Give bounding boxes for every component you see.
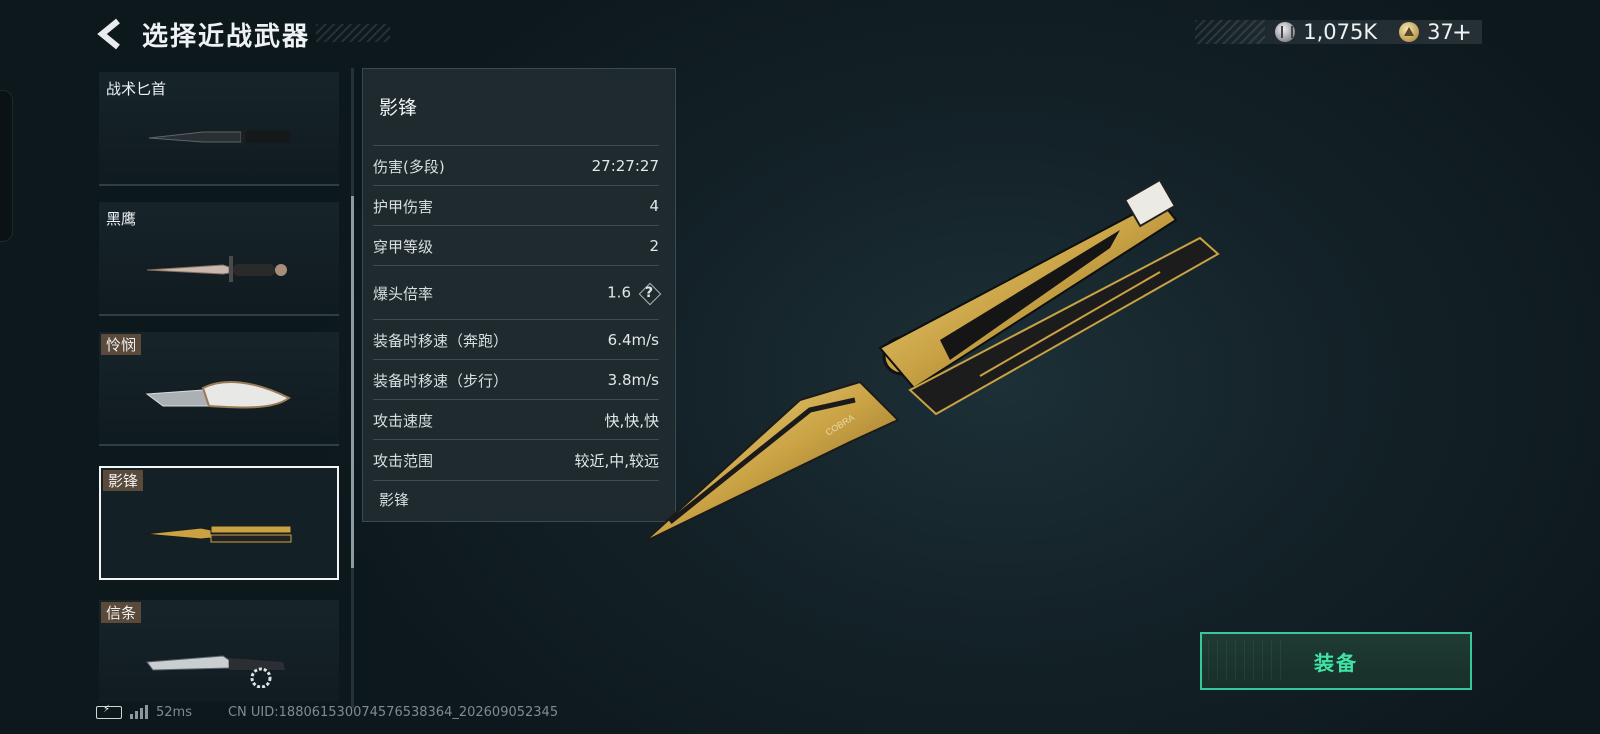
- stat-row-walk-speed: 装备时移速（步行） 3.8m/s: [373, 359, 659, 400]
- weapon-name: 战术匕首: [106, 80, 167, 98]
- stat-label: 护甲伤害: [373, 197, 434, 216]
- gold-coin-icon: [1399, 22, 1420, 42]
- silver-coin-icon: [1275, 22, 1296, 42]
- stat-row-run-speed: 装备时移速（奔跑） 6.4m/s: [373, 319, 659, 360]
- stat-label: 装备时移速（步行）: [373, 371, 509, 390]
- list-scrollbar-thumb[interactable]: [351, 196, 354, 568]
- stat-row-damage: 伤害(多段) 27:27:27: [373, 145, 659, 186]
- stat-label: 装备时移速（奔跑）: [373, 331, 509, 350]
- page-title: 选择近战武器: [142, 22, 311, 52]
- weapon-list[interactable]: 战术匕首 黑鹰 怜悯 影锋 信条: [99, 72, 343, 702]
- silver-coin-amount: 1,075K: [1303, 20, 1378, 44]
- back-button[interactable]: [96, 18, 126, 50]
- weapon-card-black-eagle[interactable]: 黑鹰: [99, 202, 339, 316]
- gold-coin-amount: 37: [1427, 20, 1454, 44]
- weapon-card-creed[interactable]: 信条: [99, 600, 339, 702]
- shadow-blade-image: [145, 525, 292, 543]
- currency-bar: 1,075K 37 +: [1195, 18, 1482, 46]
- weapon-3d-preview[interactable]: COBRA: [640, 160, 1240, 550]
- equip-button[interactable]: 装备: [1200, 632, 1472, 690]
- weapon-name: 信条: [101, 602, 142, 623]
- weapon-card-shadow-blade[interactable]: 影锋: [99, 466, 339, 580]
- weapon-name: 影锋: [103, 470, 144, 491]
- signal-strength-icon: [130, 705, 148, 719]
- weapon-name: 黑鹰: [106, 210, 137, 228]
- stat-label: 攻击范围: [373, 451, 434, 470]
- stat-value: 1.6: [607, 283, 631, 302]
- weapon-stats-panel: 影锋 伤害(多段) 27:27:27 护甲伤害 4 穿甲等级 2 爆头倍率 1.…: [362, 68, 676, 522]
- stat-label: 攻击速度: [373, 411, 434, 430]
- stat-row-attack-speed: 攻击速度 快,快,快: [373, 399, 659, 440]
- add-currency-button[interactable]: +: [1452, 18, 1472, 46]
- back-arrow-icon: [97, 18, 120, 50]
- equip-button-label: 装备: [1314, 650, 1358, 675]
- side-edge-tab: [0, 90, 13, 242]
- stat-row-headshot-multiplier: 爆头倍率 1.6?: [373, 265, 659, 320]
- weapon-name: 怜悯: [101, 334, 142, 355]
- stat-row-attack-range: 攻击范围 较近,中,较远: [373, 439, 659, 481]
- ping-value: 52ms: [156, 704, 192, 720]
- stat-label: 穿甲等级: [373, 237, 434, 256]
- stats-weapon-name: 影锋: [379, 97, 418, 119]
- mercy-knife-image: [145, 381, 291, 409]
- weapon-card-tactical-dagger[interactable]: 战术匕首: [99, 72, 339, 186]
- title-decoration: [316, 24, 390, 42]
- stat-label: 爆头倍率: [373, 284, 434, 303]
- stat-row-penetration-level: 穿甲等级 2: [373, 225, 659, 266]
- stat-row-armor-damage: 护甲伤害 4: [373, 185, 659, 226]
- weapon-card-mercy[interactable]: 怜悯: [99, 332, 339, 446]
- user-uid: CN UID:18806153007457653836‌4_2026090523…: [227, 704, 559, 720]
- stat-label: 伤害(多段): [373, 157, 445, 176]
- battery-charging-icon: [96, 704, 122, 719]
- creed-knife-image: [146, 655, 285, 688]
- black-eagle-image: [146, 256, 287, 282]
- status-bar: 52ms CN UID:18806153007457653836‌4_20260…: [96, 700, 558, 724]
- stats-footer-name: 影锋: [379, 491, 410, 509]
- tactical-dagger-image: [148, 129, 291, 145]
